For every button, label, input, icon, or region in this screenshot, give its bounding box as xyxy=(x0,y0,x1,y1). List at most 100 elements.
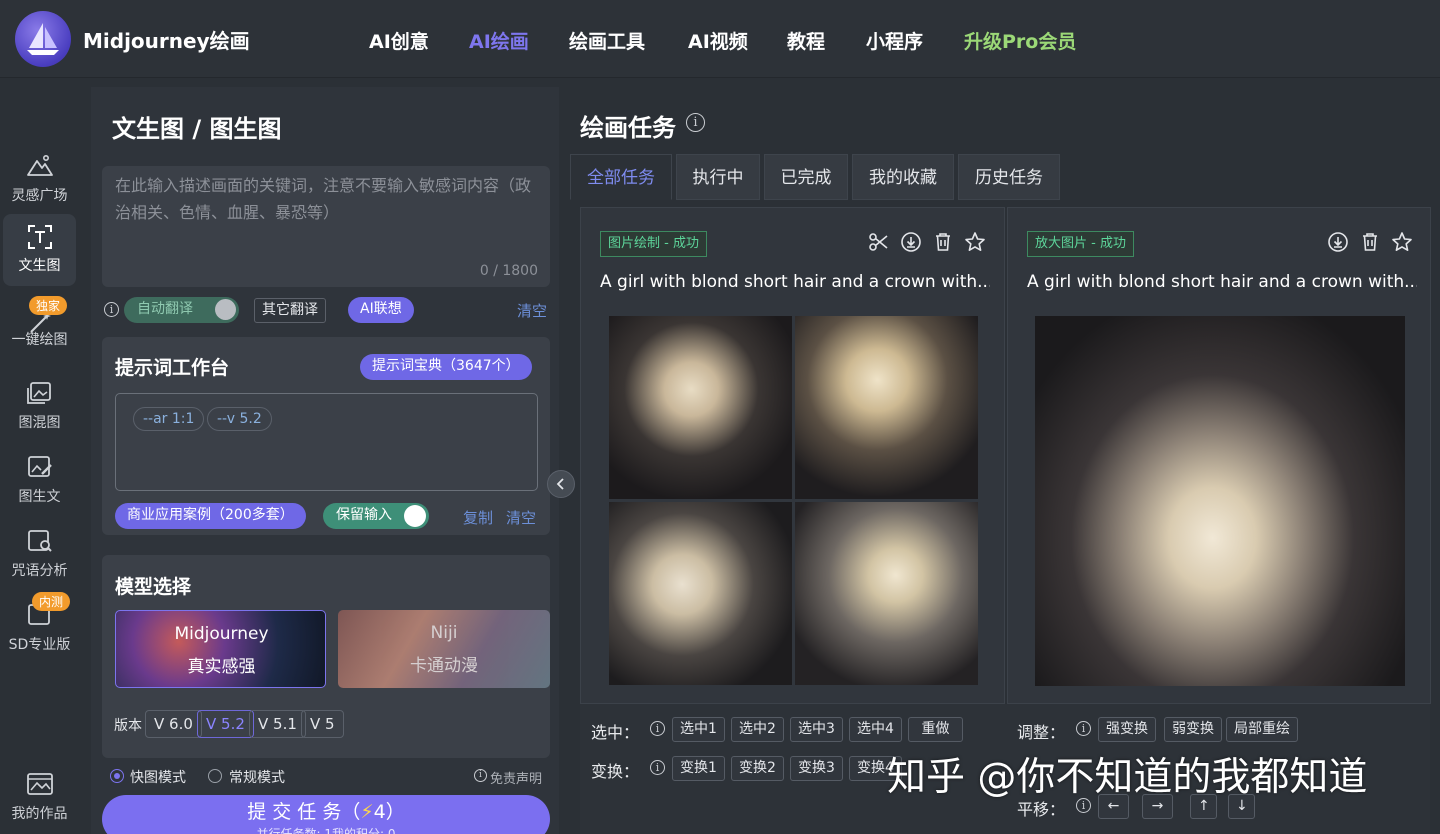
toggle-knob xyxy=(215,299,236,320)
tab-all-tasks[interactable]: 全部任务 xyxy=(570,154,672,200)
vary-label: 变换： xyxy=(591,762,640,781)
model-sub: 真实感强 xyxy=(187,657,256,677)
sidebar-item-label: 文生图 xyxy=(18,258,61,274)
lightning-icon: ⚡ xyxy=(360,801,374,823)
sidebar-item-image-mix[interactable]: 图混图 xyxy=(3,371,76,443)
chevron-left-icon xyxy=(556,478,564,490)
version-button[interactable]: V 5.2 xyxy=(197,710,254,738)
sidebar-item-inspiration[interactable]: 灵感广场 xyxy=(3,144,76,216)
star-icon[interactable] xyxy=(963,230,987,254)
tab-favorites[interactable]: 我的收藏 xyxy=(852,154,954,200)
star-icon[interactable] xyxy=(1390,230,1414,254)
grid-image-3[interactable] xyxy=(609,502,792,685)
select-3-button[interactable]: 选中3 xyxy=(790,717,843,742)
ai-suggest-button[interactable]: AI联想 xyxy=(348,297,414,323)
param-chip[interactable]: --ar 1:1 xyxy=(133,407,205,431)
task-card: 放大图片 - 成功 A girl with blond short hair a… xyxy=(1007,207,1431,704)
info-icon[interactable]: i xyxy=(104,302,119,317)
fast-mode-radio[interactable] xyxy=(110,769,124,783)
status-badge: 图片绘制 - 成功 xyxy=(600,231,707,257)
prompt-input[interactable]: 在此输入描述画面的关键词，注意不要输入敏感词内容（政治相关、色情、血腥、暴恐等）… xyxy=(102,166,550,287)
normal-mode-radio[interactable] xyxy=(208,769,222,783)
scissors-icon[interactable] xyxy=(867,230,891,254)
trash-icon[interactable] xyxy=(931,230,955,254)
submit-label: 提 交 任 务（⚡4） xyxy=(247,801,405,823)
grid-image-4[interactable] xyxy=(795,502,978,685)
keep-input-toggle[interactable]: 保留输入 xyxy=(323,503,429,529)
select-1-button[interactable]: 选中1 xyxy=(672,717,725,742)
nav-mini-program[interactable]: 小程序 xyxy=(866,27,923,54)
prompt-dictionary-button[interactable]: 提示词宝典（3647个） xyxy=(360,354,532,380)
task-prompt: A girl with blond short hair and a crown… xyxy=(600,272,990,292)
vary-3-button[interactable]: 变换3 xyxy=(790,756,843,781)
subtle-vary-button[interactable]: 弱变换 xyxy=(1164,717,1222,742)
info-icon: i xyxy=(474,769,487,782)
watermark: 知乎 @你不知道的我都知道 xyxy=(887,755,1368,800)
sidebar-item-text-to-image[interactable]: 文生图 xyxy=(3,214,76,286)
model-sub: 卡通动漫 xyxy=(410,656,478,676)
submit-task-button[interactable]: 提 交 任 务（⚡4） 并行任务数: 1我的积分: 0 xyxy=(102,795,550,834)
inpaint-button[interactable]: 局部重绘 xyxy=(1226,717,1298,742)
tab-history[interactable]: 历史任务 xyxy=(958,154,1060,200)
prompt-params-box[interactable]: --ar 1:1 --v 5.2 xyxy=(115,393,538,491)
sailboat-icon xyxy=(27,23,59,55)
nav-tutorial[interactable]: 教程 xyxy=(787,27,825,54)
clear-workbench-link[interactable]: 清空 xyxy=(506,507,536,528)
sidebar-item-image-to-text[interactable]: 图生文 xyxy=(3,445,76,517)
param-chip[interactable]: --v 5.2 xyxy=(207,407,272,431)
vary-2-button[interactable]: 变换2 xyxy=(731,756,784,781)
download-icon[interactable] xyxy=(899,230,923,254)
info-icon[interactable]: i xyxy=(686,113,705,132)
logo[interactable] xyxy=(15,11,71,67)
model-option-midjourney[interactable]: Midjourney 真实感强 xyxy=(115,610,326,688)
other-translate-button[interactable]: 其它翻译 xyxy=(254,298,326,323)
business-cases-button[interactable]: 商业应用案例（200多套） xyxy=(115,503,306,529)
redo-button[interactable]: 重做 xyxy=(908,717,963,742)
version-button[interactable]: V 5 xyxy=(301,710,344,738)
strong-vary-button[interactable]: 强变换 xyxy=(1098,717,1156,742)
clear-prompt-link[interactable]: 清空 xyxy=(517,300,547,321)
nav-ai-drawing[interactable]: AI绘画 xyxy=(469,27,529,54)
task-prompt: A girl with blond short hair and a crown… xyxy=(1027,272,1417,292)
brand-name[interactable]: Midjourney绘画 xyxy=(83,25,250,54)
result-grid-image[interactable] xyxy=(609,316,978,685)
nav-upgrade-pro[interactable]: 升级Pro会员 xyxy=(964,27,1076,54)
info-icon[interactable]: i xyxy=(650,721,665,736)
version-button[interactable]: V 6.0 xyxy=(145,710,202,738)
panel-title: 文生图 / 图生图 xyxy=(112,115,282,143)
model-title: 模型选择 xyxy=(115,576,192,598)
tab-completed[interactable]: 已完成 xyxy=(764,154,848,200)
info-icon[interactable]: i xyxy=(1076,721,1091,736)
select-4-button[interactable]: 选中4 xyxy=(849,717,902,742)
adjust-label: 调整： xyxy=(1017,723,1066,742)
upscaled-image[interactable] xyxy=(1035,316,1405,686)
auto-translate-toggle[interactable]: 自动翻译 xyxy=(124,297,239,323)
nav-ai-creative[interactable]: AI创意 xyxy=(369,27,429,54)
collapse-panel-button[interactable] xyxy=(547,470,575,498)
image-stack-icon xyxy=(27,382,51,404)
fast-mode-label[interactable]: 快图模式 xyxy=(130,767,186,787)
trash-icon[interactable] xyxy=(1358,230,1382,254)
grid-image-1[interactable] xyxy=(609,316,792,499)
nav-ai-video[interactable]: AI视频 xyxy=(688,27,748,54)
download-icon[interactable] xyxy=(1326,230,1350,254)
top-nav: Midjourney绘画 AI创意 AI绘画 绘画工具 AI视频 教程 小程序 … xyxy=(0,0,1440,78)
model-option-niji[interactable]: Niji 卡通动漫 xyxy=(338,610,550,688)
select-2-button[interactable]: 选中2 xyxy=(731,717,784,742)
normal-mode-label[interactable]: 常规模式 xyxy=(229,767,285,787)
nav-drawing-tools[interactable]: 绘画工具 xyxy=(569,27,645,54)
tab-running[interactable]: 执行中 xyxy=(676,154,760,200)
grid-image-2[interactable] xyxy=(795,316,978,499)
info-icon[interactable]: i xyxy=(650,760,665,775)
version-button[interactable]: V 5.1 xyxy=(249,710,306,738)
vary-1-button[interactable]: 变换1 xyxy=(672,756,725,781)
sidebar-item-label: 一键绘图 xyxy=(11,332,68,348)
sidebar-item-prompt-analysis[interactable]: 咒语分析 xyxy=(3,519,76,591)
sidebar-item-my-works[interactable]: 我的作品 xyxy=(3,762,76,834)
model-selection: 模型选择 Midjourney 真实感强 Niji 卡通动漫 版本 V 6.0 … xyxy=(102,555,550,758)
image-search-icon xyxy=(28,530,52,552)
disclaimer-link[interactable]: 免责声明 xyxy=(490,768,542,787)
task-card: 图片绘制 - 成功 A girl with blond short hair a… xyxy=(580,207,1005,704)
sidebar-item-label: 我的作品 xyxy=(11,806,68,822)
copy-link[interactable]: 复制 xyxy=(463,507,493,528)
